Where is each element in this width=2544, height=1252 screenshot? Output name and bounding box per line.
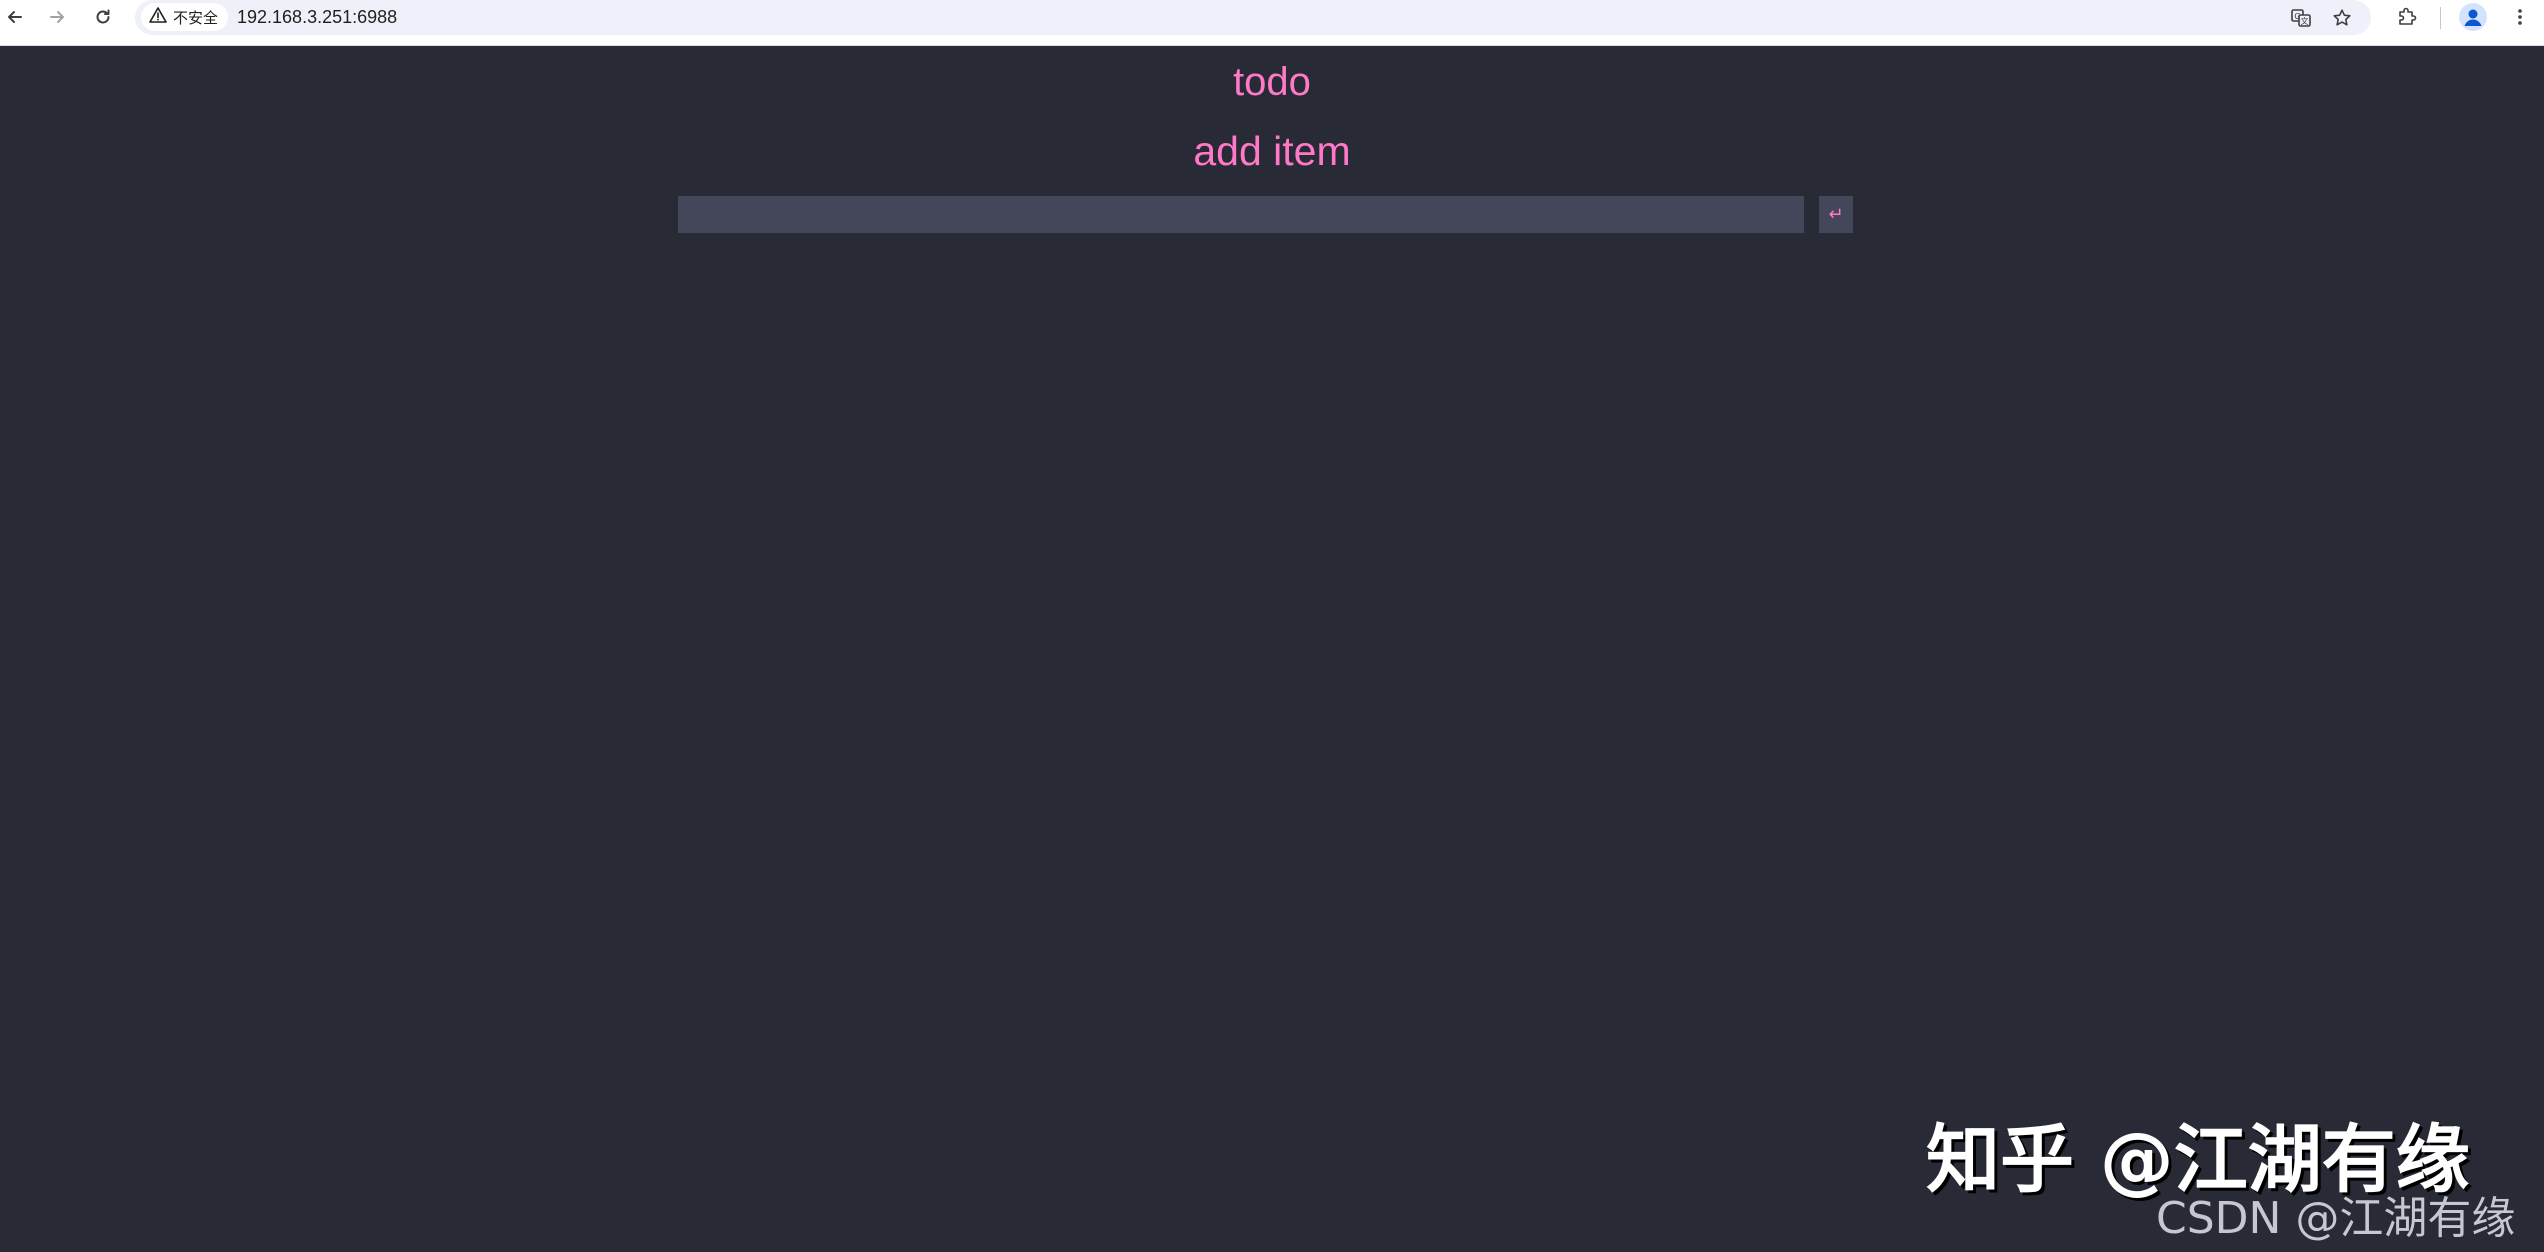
security-label: 不安全: [173, 8, 219, 27]
browser-toolbar: 不安全 192.168.3.251:6988 G文: [0, 0, 2544, 46]
add-item-button[interactable]: ↵: [1819, 196, 1853, 233]
back-icon[interactable]: [2, 4, 28, 30]
reload-icon[interactable]: [90, 4, 116, 30]
menu-icon[interactable]: [2505, 2, 2535, 32]
forward-icon[interactable]: [44, 4, 70, 30]
star-icon[interactable]: [2328, 4, 2356, 32]
warning-icon: [149, 7, 167, 27]
svg-text:文: 文: [2301, 16, 2309, 26]
profile-icon[interactable]: [2459, 3, 2487, 31]
watermark-csdn: CSDN @江湖有缘: [2156, 1193, 2516, 1244]
enter-icon: ↵: [1828, 204, 1844, 225]
address-bar[interactable]: 不安全 192.168.3.251:6988 G文: [135, 0, 2371, 35]
url-text[interactable]: 192.168.3.251:6988: [237, 0, 397, 35]
translate-icon[interactable]: G文: [2287, 4, 2315, 32]
extensions-icon[interactable]: [2392, 2, 2422, 32]
todo-item-input[interactable]: [678, 196, 1804, 233]
page-title: todo: [1233, 60, 1311, 104]
add-item-heading: add item: [1193, 128, 1351, 174]
toolbar-divider: [2440, 7, 2441, 29]
security-chip[interactable]: 不安全: [141, 3, 229, 31]
